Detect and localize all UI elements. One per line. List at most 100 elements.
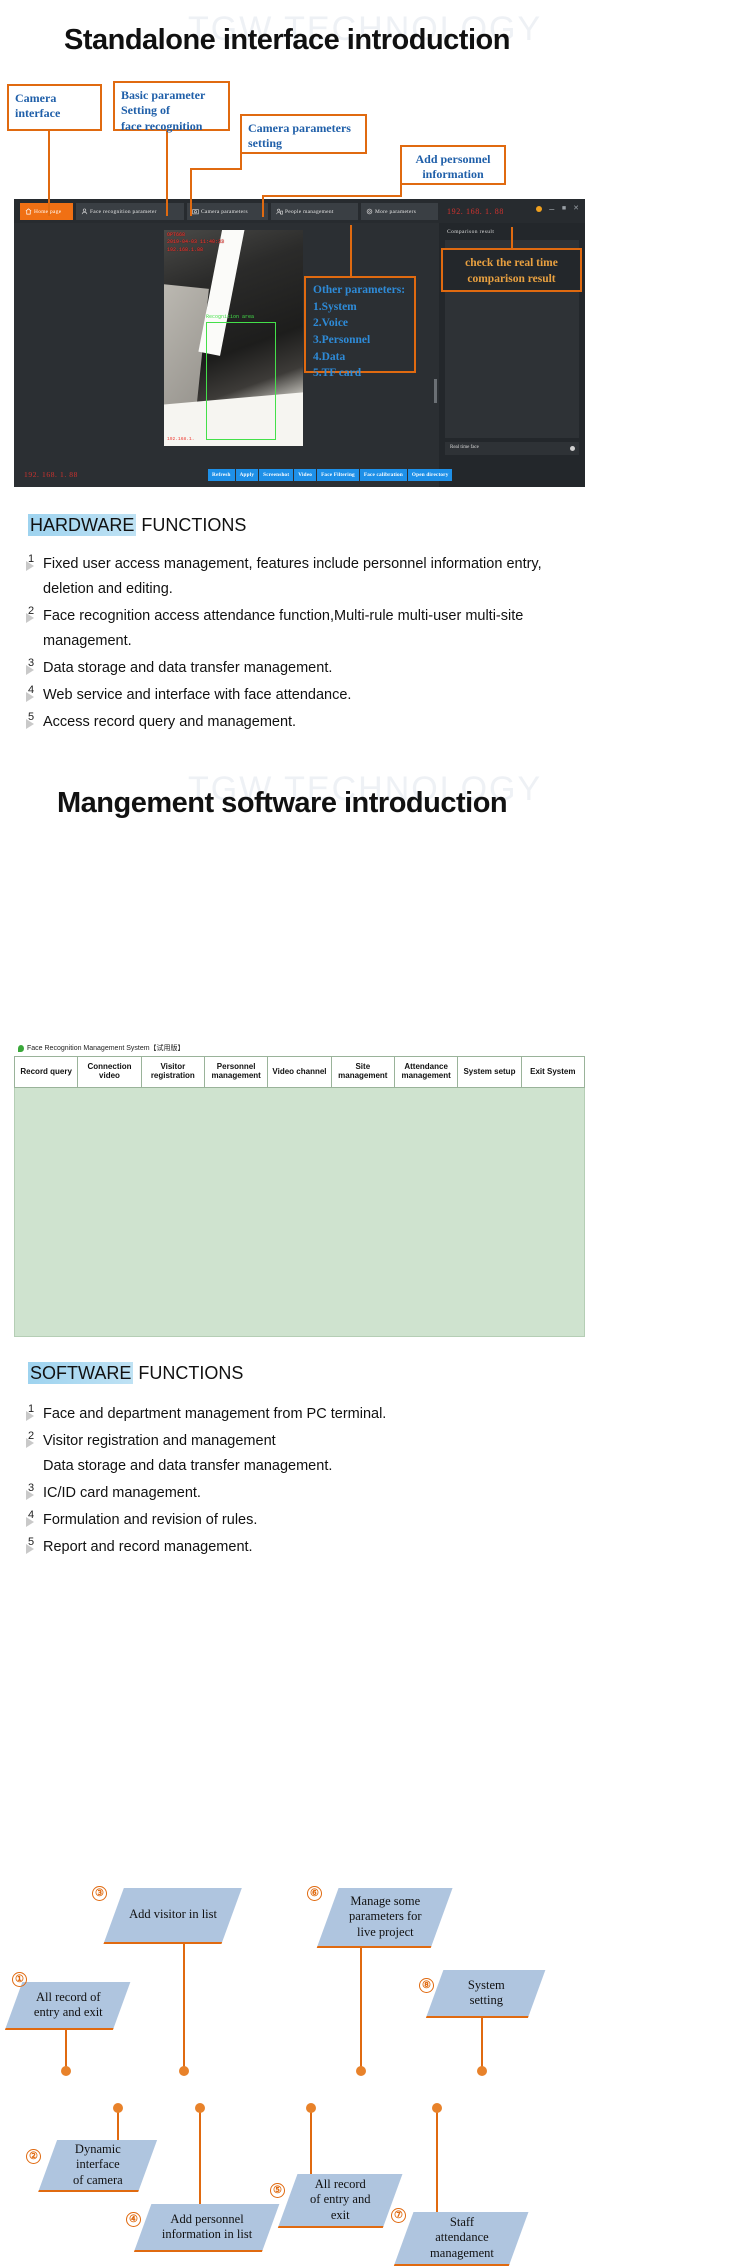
face-box-label: Recognition area (206, 314, 255, 320)
leader-basic-parameter (166, 131, 168, 216)
management-software-window[interactable]: Face Recognition Management System【试用版】 … (14, 1041, 585, 1337)
face-calibration-button[interactable]: Face calibration (359, 469, 407, 481)
osd-line-3: 192.168.1.88 (167, 246, 204, 253)
close-icon[interactable]: ✕ (573, 205, 579, 212)
list-item-text: Data storage and data transfer managemen… (43, 659, 333, 676)
list-item: 3 IC/ID card management. (24, 1481, 624, 1506)
callout-add-personnel-text: Add personnel information (415, 152, 491, 182)
menu-item-system-setup[interactable]: System setup (458, 1057, 522, 1087)
software-menu-bar[interactable]: Record query Connection video Visitor re… (14, 1056, 585, 1088)
minimize-icon[interactable]: ⚊ (549, 205, 555, 212)
list-item-text: Access record query and management. (43, 713, 297, 730)
annotation-add-visitor-in-list: Add visitor in list (104, 1888, 242, 1942)
list-item-number: 2 (24, 1429, 43, 1448)
annotation-dynamic-interface-text: Dynamic interface of camera (73, 2142, 123, 2187)
osd-bottom-text: 192.168.1. (167, 437, 195, 442)
comparison-result-title: Comparison result (447, 229, 495, 235)
menu-item-site-management[interactable]: Site management (332, 1057, 395, 1087)
tab-people-management-label: People management (285, 208, 334, 215)
callout-camera-parameters-text: Camera parameters setting (248, 121, 351, 151)
annotation-manage-parameters: Manage some parameters for live project (317, 1888, 453, 1946)
face-filtering-button[interactable]: Face Filtering (317, 469, 359, 481)
callout-add-personnel-information: Add personnel information (400, 145, 506, 185)
tab-more-parameters[interactable]: More parameters (361, 203, 438, 220)
list-item-text: Face and department management from PC t… (43, 1406, 387, 1422)
menu-item-connection-video[interactable]: Connection video (78, 1057, 142, 1087)
annotation-dynamic-interface: Dynamic interface of camera (38, 2140, 158, 2190)
annotation-number-6: ⑥ (307, 1886, 322, 1901)
connector-3 (183, 1942, 185, 2070)
video-osd-overlay: OPT668 2019-04-03 11:40:33 192.168.1.88 (167, 232, 224, 254)
menu-item-record-query[interactable]: Record query (15, 1057, 79, 1087)
list-item: 1 Face and department management from PC… (24, 1402, 624, 1427)
comparison-scrollbar[interactable] (434, 379, 437, 403)
apply-button[interactable]: Apply (235, 469, 259, 481)
annotation-add-personnel-in-list: Add personnel information in list (134, 2204, 280, 2250)
connector-dot-5 (306, 2103, 316, 2113)
leader-add-personnel-v2 (262, 195, 264, 217)
list-item: 4 Formulation and revision of rules. (24, 1508, 624, 1533)
annotation-staff-attendance: Staff attendance management (394, 2212, 529, 2264)
screenshot-button[interactable]: Screenshot (259, 469, 294, 481)
annotation-system-setting: System setting (426, 1970, 546, 2016)
open-directory-button[interactable]: Open directory (407, 469, 453, 481)
connector-dot-3 (179, 2066, 189, 2076)
list-item: 2 Visitor registration and management Da… (24, 1429, 624, 1479)
connector-8 (481, 2016, 483, 2070)
realtime-face-thumb (570, 446, 575, 451)
software-content-area (14, 1088, 585, 1337)
leader-camera-interface (48, 131, 50, 216)
tab-home-page[interactable]: Home page (20, 203, 73, 220)
list-item: 1 Fixed user access management, features… (24, 552, 624, 602)
connector-dot-4 (195, 2103, 205, 2113)
menu-item-attendance-management[interactable]: Attendance management (395, 1057, 459, 1087)
annotation-number-7: ⑦ (391, 2208, 406, 2223)
list-item-text: Fixed user access management, features i… (43, 556, 542, 597)
window-controls[interactable]: ⚊ ■ ✕ (535, 205, 579, 212)
tab-camera-parameters[interactable]: Camera parameters (187, 203, 268, 220)
camera-video-feed[interactable]: OPT668 2019-04-03 11:40:33 192.168.1.88 … (164, 230, 303, 446)
refresh-button[interactable]: Refresh (208, 469, 235, 481)
status-dot-icon (535, 205, 542, 212)
list-item-number: 1 (24, 1402, 43, 1421)
connector-dot-2 (113, 2103, 123, 2113)
maximize-icon[interactable]: ■ (562, 205, 566, 212)
annotation-number-1: ① (12, 1972, 27, 1987)
leader-camera-params-v2 (190, 168, 192, 216)
callout-other-parameters: Other parameters: 1.System 2.Voice 3.Per… (304, 276, 416, 379)
home-icon (25, 208, 32, 215)
connector-dot-1 (61, 2066, 71, 2076)
menu-item-video-channel[interactable]: Video channel (268, 1057, 332, 1087)
hardware-functions-heading: HARDWARE FUNCTIONS (28, 514, 246, 536)
callout-camera-interface: Camera interface (7, 84, 102, 131)
list-item-text: Formulation and revision of rules. (43, 1511, 258, 1528)
video-button[interactable]: Video (294, 469, 317, 481)
annotation-number-3: ③ (92, 1886, 107, 1901)
annotation-all-records-bottom-text: All record of entry and exit (310, 2177, 371, 2222)
callout-comparison-result: check the real time comparison result (441, 248, 582, 292)
face-icon (81, 208, 88, 215)
osd-line-2: 2019-04-03 11:40:33 (167, 239, 225, 246)
tab-face-recognition-label: Face recognition parameter (90, 208, 157, 215)
menu-item-exit-system[interactable]: Exit System (522, 1057, 584, 1087)
standalone-device-window[interactable]: Home page Face recognition parameter Cam… (14, 199, 585, 487)
realtime-face-label: Real time face (450, 445, 479, 450)
connector-4 (199, 2110, 201, 2206)
connector-dot-8 (477, 2066, 487, 2076)
menu-item-personnel-management[interactable]: Personnel management (205, 1057, 269, 1087)
list-item: 3 Data storage and data transfer managem… (24, 656, 624, 681)
gear-icon (366, 208, 373, 215)
list-item-number: 5 (24, 710, 43, 729)
software-heading-highlight: SOFTWARE (28, 1362, 134, 1384)
app-logo-icon (18, 1044, 24, 1052)
camera-icon (192, 209, 199, 215)
tab-more-parameters-label: More parameters (375, 208, 417, 215)
annotation-manage-parameters-text: Manage some parameters for live project (348, 1894, 422, 1939)
app-action-buttons[interactable]: Refresh Apply Screenshot Video Face Filt… (208, 469, 453, 481)
list-item-text: Report and record management. (43, 1538, 253, 1555)
tab-people-management[interactable]: People management (271, 203, 358, 220)
software-window-titlebar: Face Recognition Management System【试用版】 (14, 1041, 585, 1055)
list-item: 5 Report and record management. (24, 1535, 624, 1560)
software-heading-rest: FUNCTIONS (133, 1363, 244, 1383)
menu-item-visitor-registration[interactable]: Visitor registration (142, 1057, 205, 1087)
